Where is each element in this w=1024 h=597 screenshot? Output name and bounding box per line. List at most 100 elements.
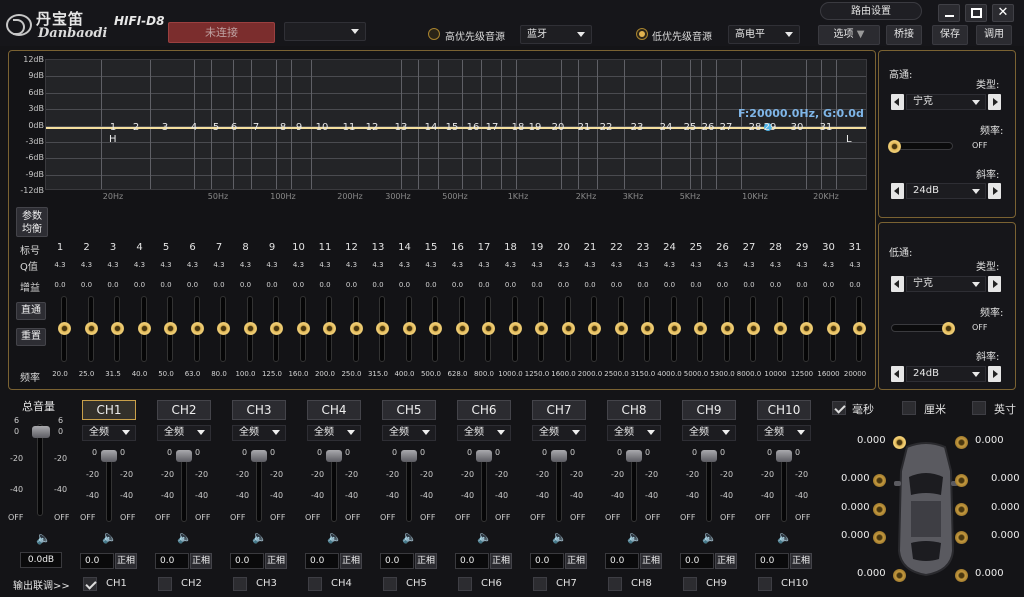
band-gain-value[interactable]: 0.0 — [445, 281, 471, 289]
graph-band-14[interactable]: 14 — [421, 122, 441, 133]
band-q-value[interactable]: 4.3 — [47, 261, 73, 269]
band-gain-knob[interactable] — [84, 322, 98, 335]
lowpass-slope-next[interactable] — [988, 366, 1001, 382]
band-gain-knob[interactable] — [296, 322, 310, 335]
channel-button-6[interactable]: CH6 — [457, 400, 511, 420]
channel-phase-button[interactable]: 正相 — [115, 553, 137, 569]
speaker-icon[interactable]: 🔈 — [627, 530, 642, 544]
channel-volume-value[interactable]: 0.0 — [155, 553, 189, 569]
band-gain-value[interactable]: 0.0 — [180, 281, 206, 289]
band-freq-value[interactable]: 63.0 — [180, 370, 206, 378]
band-gain-value[interactable]: 0.0 — [498, 281, 524, 289]
band-freq-value[interactable]: 315.0 — [365, 370, 391, 378]
band-freq-value[interactable]: 1000.0 — [498, 370, 524, 378]
channel-volume-knob[interactable] — [776, 450, 792, 462]
delay-knob[interactable] — [955, 503, 968, 516]
channel-phase-button[interactable]: 正相 — [340, 553, 362, 569]
options-button[interactable]: 选项 ▼ — [818, 25, 880, 45]
low-source-select[interactable]: 高电平 — [728, 25, 800, 44]
band-freq-value[interactable]: 3150.0 — [630, 370, 656, 378]
graph-band-24[interactable]: 24 — [656, 122, 676, 133]
channel-phase-button[interactable]: 正相 — [790, 553, 812, 569]
band-gain-value[interactable]: 0.0 — [710, 281, 736, 289]
band-gain-knob[interactable] — [667, 322, 681, 335]
highpass-slope-select[interactable]: 24dB — [906, 183, 986, 199]
band-gain-knob[interactable] — [349, 322, 363, 335]
band-gain-value[interactable]: 0.0 — [127, 281, 153, 289]
highpass-freq-knob[interactable] — [888, 140, 901, 153]
channel-mode-select[interactable]: 全频 — [232, 425, 286, 441]
band-gain-knob[interactable] — [243, 322, 257, 335]
band-freq-value[interactable]: 8000.0 — [736, 370, 762, 378]
band-freq-value[interactable]: 800.0 — [471, 370, 497, 378]
channel-button-9[interactable]: CH9 — [682, 400, 736, 420]
channel-volume-value[interactable]: 0.0 — [755, 553, 789, 569]
channel-mode-select[interactable]: 全频 — [757, 425, 811, 441]
channel-volume-knob[interactable] — [476, 450, 492, 462]
band-gain-value[interactable]: 0.0 — [842, 281, 868, 289]
reset-button[interactable]: 重置 — [16, 328, 46, 346]
channel-button-3[interactable]: CH3 — [232, 400, 286, 420]
channel-volume-track[interactable] — [556, 452, 562, 522]
band-q-value[interactable]: 4.3 — [683, 261, 709, 269]
speaker-icon[interactable]: 🔈 — [702, 530, 717, 544]
graph-band-15[interactable]: 15 — [442, 122, 462, 133]
delay-value[interactable]: 0.000 — [991, 502, 1020, 513]
high-priority-radio[interactable] — [428, 28, 440, 40]
band-q-value[interactable]: 4.3 — [418, 261, 444, 269]
eq-graph[interactable]: 1 2 3 4 5 6 7 8 9 10 11 12 13 14 15 16 17 18 19 20 21 22 23 24 2… — [45, 59, 867, 190]
band-q-value[interactable]: 4.3 — [312, 261, 338, 269]
delay-knob[interactable] — [873, 474, 886, 487]
band-q-value[interactable]: 4.3 — [789, 261, 815, 269]
band-q-value[interactable]: 4.3 — [524, 261, 550, 269]
band-gain-value[interactable]: 0.0 — [524, 281, 550, 289]
band-freq-value[interactable]: 12500 — [789, 370, 815, 378]
channel-volume-value[interactable]: 0.0 — [380, 553, 414, 569]
graph-band-25[interactable]: 25 — [680, 122, 700, 133]
channel-button-4[interactable]: CH4 — [307, 400, 361, 420]
channel-link-checkbox[interactable] — [308, 577, 322, 591]
band-q-value[interactable]: 4.3 — [206, 261, 232, 269]
output-link-button[interactable]: 输出联调>> — [13, 577, 70, 592]
channel-mode-select[interactable]: 全频 — [382, 425, 436, 441]
graph-band-19[interactable]: 19 — [525, 122, 545, 133]
channel-volume-track[interactable] — [706, 452, 712, 522]
device-select[interactable] — [284, 22, 366, 41]
lowpass-slope-prev[interactable] — [891, 366, 904, 382]
speaker-icon[interactable]: 🔈 — [402, 530, 417, 544]
graph-band-27[interactable]: 27 — [716, 122, 736, 133]
band-freq-value[interactable]: 4000.0 — [657, 370, 683, 378]
channel-volume-knob[interactable] — [326, 450, 342, 462]
band-gain-knob[interactable] — [429, 322, 442, 335]
connect-button[interactable]: 未连接 — [168, 22, 275, 43]
channel-mode-select[interactable]: 全频 — [607, 425, 661, 441]
delay-knob[interactable] — [955, 531, 968, 544]
band-gain-value[interactable]: 0.0 — [312, 281, 338, 289]
graph-band-16[interactable]: 16 — [463, 122, 483, 133]
channel-phase-button[interactable]: 正相 — [190, 553, 212, 569]
band-q-value[interactable]: 4.3 — [630, 261, 656, 269]
graph-band-31[interactable]: 31 — [816, 122, 836, 133]
channel-phase-button[interactable]: 正相 — [640, 553, 662, 569]
unit-ms-checkbox[interactable] — [832, 401, 846, 415]
delay-value[interactable]: 0.000 — [857, 435, 886, 446]
channel-volume-track[interactable] — [481, 452, 487, 522]
channel-volume-knob[interactable] — [701, 450, 717, 462]
band-q-value[interactable]: 4.3 — [471, 261, 497, 269]
band-gain-value[interactable]: 0.0 — [657, 281, 683, 289]
band-freq-value[interactable]: 16000 — [816, 370, 842, 378]
channel-volume-track[interactable] — [406, 452, 412, 522]
channel-volume-value[interactable]: 0.0 — [605, 553, 639, 569]
channel-link-checkbox[interactable] — [383, 577, 397, 591]
delay-value[interactable]: 0.000 — [841, 502, 870, 513]
speaker-icon[interactable]: 🔈 — [252, 530, 267, 544]
graph-band-4[interactable]: 4 — [184, 122, 204, 133]
band-q-value[interactable]: 4.3 — [153, 261, 179, 269]
band-gain-knob[interactable] — [164, 322, 177, 335]
channel-phase-button[interactable]: 正相 — [265, 553, 287, 569]
graph-band-10[interactable]: 10 — [312, 122, 332, 133]
band-gain-value[interactable]: 0.0 — [736, 281, 762, 289]
delay-knob[interactable] — [873, 531, 886, 544]
band-q-value[interactable]: 4.3 — [339, 261, 365, 269]
band-gain-value[interactable]: 0.0 — [153, 281, 179, 289]
